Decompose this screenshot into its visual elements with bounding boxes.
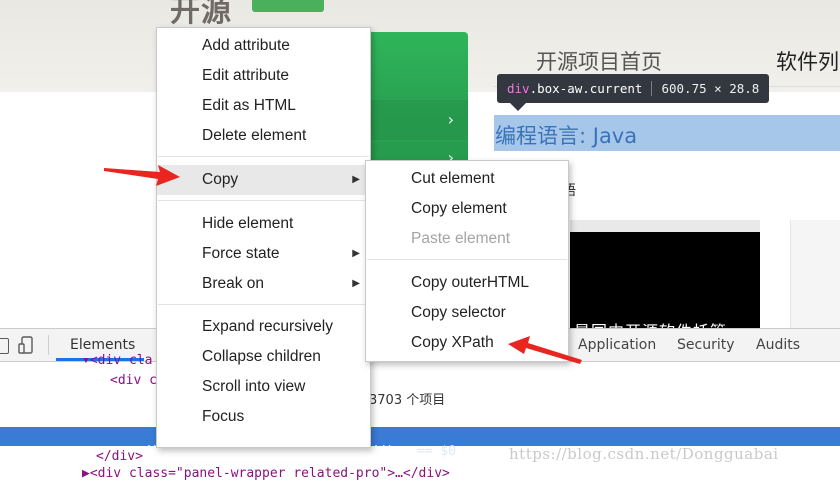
chevron-right-icon: › bbox=[447, 110, 454, 129]
dom-tree-line[interactable]: </div> bbox=[96, 449, 143, 464]
menu-item-label: Copy XPath bbox=[411, 334, 494, 351]
dom-tree-line[interactable]: <div c bbox=[110, 373, 157, 388]
dom-tree-line[interactable]: ▾<div cla bbox=[82, 353, 152, 368]
element-context-menu: Add attribute Edit attribute Edit as HTM… bbox=[156, 27, 371, 448]
menu-item-label: Paste element bbox=[411, 230, 511, 247]
menu-item-label: Hide element bbox=[202, 215, 294, 232]
tooltip-dimensions: 600.75 × 28.8 bbox=[661, 81, 760, 96]
menu-separator bbox=[158, 304, 369, 305]
copy-submenu: Cut element Copy element Paste element C… bbox=[365, 160, 569, 362]
device-toolbar-icon[interactable] bbox=[18, 336, 34, 354]
menu-item-break-on[interactable]: Break on ▶ bbox=[157, 269, 370, 299]
tooltip-class-name: .box-aw.current bbox=[529, 81, 643, 96]
annotation-arrow-icon bbox=[104, 165, 180, 186]
menu-item-label: Copy outerHTML bbox=[411, 274, 530, 291]
menu-item-label: Copy bbox=[202, 171, 239, 188]
submenu-arrow-icon: ▶ bbox=[352, 278, 360, 289]
menu-item-force-state[interactable]: Force state ▶ bbox=[157, 239, 370, 269]
inspect-tooltip: div .box-aw.current 600.75 × 28.8 bbox=[497, 74, 770, 103]
site-logo[interactable]: 开源 bbox=[170, 0, 232, 30]
menu-item-label: Focus bbox=[202, 408, 245, 425]
menu-item-focus[interactable]: Focus bbox=[157, 402, 370, 432]
menu-item-paste-element: Paste element bbox=[366, 224, 568, 254]
site-tab-home[interactable]: 开源项目首页 bbox=[536, 46, 662, 76]
menu-item-label: Cut element bbox=[411, 170, 495, 187]
language-label: 编程语言: Java bbox=[495, 124, 638, 148]
watermark-text: https://blog.csdn.net/Dongguabai bbox=[509, 445, 779, 463]
console-ref-marker: == $0 bbox=[409, 444, 457, 459]
inspect-element-icon[interactable] bbox=[0, 338, 9, 354]
menu-item-cut-element[interactable]: Cut element bbox=[366, 164, 568, 194]
menu-item-edit-as-html[interactable]: Edit as HTML bbox=[157, 91, 370, 121]
menu-item-edit-attribute[interactable]: Edit attribute bbox=[157, 61, 370, 91]
menu-item-label: Edit attribute bbox=[202, 67, 290, 84]
site-logo-badge bbox=[252, 0, 324, 12]
menu-item-add-attribute[interactable]: Add attribute bbox=[157, 31, 370, 61]
menu-item-label: Copy element bbox=[411, 200, 507, 217]
menu-item-label: Delete element bbox=[202, 127, 307, 144]
menu-item-label: Copy selector bbox=[411, 304, 506, 321]
submenu-arrow-icon: ▶ bbox=[352, 174, 360, 185]
menu-item-copy-selector[interactable]: Copy selector bbox=[366, 298, 568, 328]
menu-item-copy-element[interactable]: Copy element bbox=[366, 194, 568, 224]
site-tab-software[interactable]: 软件列 bbox=[776, 46, 839, 76]
menu-item-label: Collapse children bbox=[202, 348, 321, 365]
screenshot-toolbar bbox=[570, 220, 760, 232]
tooltip-divider bbox=[651, 81, 653, 96]
menu-item-scroll-into-view[interactable]: Scroll into view bbox=[157, 372, 370, 402]
dom-tree-line[interactable]: ▶<div class="panel-wrapper related-pro">… bbox=[82, 466, 450, 481]
toolbar-divider bbox=[48, 335, 49, 355]
tooltip-tag-name: div bbox=[507, 81, 530, 96]
menu-item-copy[interactable]: Copy ▶ bbox=[157, 165, 370, 195]
menu-item-label: Force state bbox=[202, 245, 280, 262]
annotation-arrow-icon bbox=[508, 336, 582, 364]
menu-item-expand-recursively[interactable]: Expand recursively bbox=[157, 312, 370, 342]
tooltip-arrow bbox=[510, 103, 526, 111]
submenu-arrow-icon: ▶ bbox=[352, 248, 360, 259]
menu-item-copy-outerhtml[interactable]: Copy outerHTML bbox=[366, 268, 568, 298]
tab-application[interactable]: Application bbox=[578, 337, 656, 353]
menu-separator bbox=[158, 156, 369, 157]
menu-item-label: Expand recursively bbox=[202, 318, 333, 335]
tab-security[interactable]: Security bbox=[677, 337, 735, 353]
menu-item-label: Edit as HTML bbox=[202, 97, 296, 114]
menu-item-collapse-children[interactable]: Collapse children bbox=[157, 342, 370, 372]
menu-item-label: Add attribute bbox=[202, 37, 290, 54]
side-card bbox=[790, 220, 840, 330]
menu-item-label: Break on bbox=[202, 275, 265, 292]
menu-item-delete-element[interactable]: Delete element bbox=[157, 121, 370, 151]
menu-item-hide-element[interactable]: Hide element bbox=[157, 209, 370, 239]
project-screenshot[interactable] bbox=[570, 220, 760, 330]
menu-separator bbox=[158, 200, 369, 201]
tab-elements[interactable]: Elements bbox=[70, 337, 135, 353]
menu-separator bbox=[367, 259, 567, 260]
tab-audits[interactable]: Audits bbox=[756, 337, 800, 353]
dom-tree-text-node[interactable]: 3703 个项目 bbox=[369, 389, 445, 408]
menu-item-label: Scroll into view bbox=[202, 378, 306, 395]
